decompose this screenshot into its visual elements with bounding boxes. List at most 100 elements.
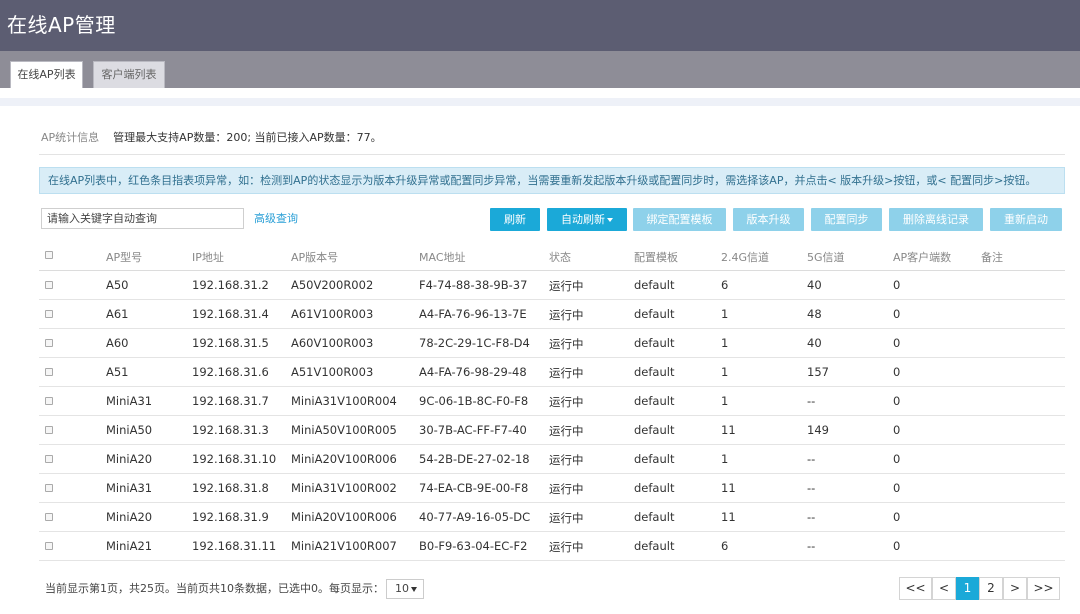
- row-checkbox[interactable]: [45, 484, 53, 492]
- delete-offline-button[interactable]: 删除离线记录: [889, 208, 983, 231]
- column-header: IP地址: [192, 251, 224, 264]
- page-size-select[interactable]: 10: [386, 579, 424, 599]
- table-cell: default: [634, 539, 675, 553]
- table-header: AP型号 IP地址 AP版本号 MAC地址 状态 配置模板 2.4G信道 5G信…: [39, 240, 1065, 271]
- table-cell: MiniA20: [106, 510, 153, 524]
- table-cell: --: [807, 539, 816, 553]
- table-row[interactable]: MiniA31 192.168.31.8 MiniA31V100R002 74-EA-…: [39, 474, 1065, 503]
- pagination-button[interactable]: 1: [956, 577, 979, 600]
- table-cell: 6: [721, 278, 729, 292]
- table-cell: 1: [721, 452, 729, 466]
- table-row[interactable]: A61 192.168.31.4 A61V100R003 A4-FA-76-96-13…: [39, 300, 1065, 329]
- upgrade-button-label: 版本升级: [746, 213, 791, 226]
- table-cell: 0: [893, 481, 901, 495]
- pagination-button[interactable]: >: [1003, 577, 1027, 600]
- column-header: AP型号: [106, 251, 143, 264]
- advanced-search-link[interactable]: 高级查询: [254, 210, 298, 226]
- tab-online-ap-list[interactable]: 在线AP列表: [10, 61, 83, 88]
- table-cell: 0: [893, 423, 901, 437]
- page-title: 在线AP管理: [7, 13, 116, 37]
- pagination-button[interactable]: <<: [899, 577, 932, 600]
- caret-down-icon: [607, 218, 613, 222]
- row-checkbox[interactable]: [45, 513, 53, 521]
- pagination-button[interactable]: >>: [1027, 577, 1060, 600]
- bind-template-button-label: 绑定配置模板: [646, 213, 713, 226]
- column-header: MAC地址: [419, 251, 466, 264]
- table-row[interactable]: A50 192.168.31.2 A50V200R002 F4-74-88-38-9B…: [39, 271, 1065, 300]
- search-input[interactable]: [41, 208, 244, 229]
- table-cell: 运行中: [549, 279, 584, 293]
- page-size-value: 10: [395, 582, 409, 595]
- table-cell: F4-74-88-38-9B-37: [419, 278, 528, 292]
- table-row[interactable]: MiniA21 192.168.31.11 MiniA21V100R007 B0-F9…: [39, 532, 1065, 561]
- sync-config-button[interactable]: 配置同步: [811, 208, 882, 231]
- table-cell: 1: [721, 336, 729, 350]
- table-cell: default: [634, 452, 675, 466]
- table-cell: MiniA31: [106, 394, 153, 408]
- table-cell: A60: [106, 336, 129, 350]
- table-cell: 运行中: [549, 308, 584, 322]
- table-cell: 运行中: [549, 366, 584, 380]
- table-cell: 30-7B-AC-FF-F7-40: [419, 423, 527, 437]
- table-cell: 11: [721, 481, 736, 495]
- table-cell: A50: [106, 278, 129, 292]
- pagination-button[interactable]: 2: [979, 577, 1003, 600]
- table-cell: 78-2C-29-1C-F8-D4: [419, 336, 530, 350]
- table-row[interactable]: MiniA20 192.168.31.9 MiniA20V100R006 40-77-…: [39, 503, 1065, 532]
- row-checkbox[interactable]: [45, 542, 53, 550]
- table-cell: 运行中: [549, 482, 584, 496]
- table-cell: A61V100R003: [291, 307, 374, 321]
- table-cell: default: [634, 510, 675, 524]
- dropdown-arrow-icon: [411, 587, 417, 592]
- table-cell: 192.168.31.4: [192, 307, 269, 321]
- row-checkbox[interactable]: [45, 368, 53, 376]
- table-cell: 40: [807, 336, 822, 350]
- bind-template-button[interactable]: 绑定配置模板: [633, 208, 726, 231]
- column-header: 状态: [549, 251, 571, 264]
- table-cell: 运行中: [549, 540, 584, 554]
- row-checkbox[interactable]: [45, 397, 53, 405]
- tab-client-list[interactable]: 客户端列表: [93, 61, 165, 88]
- table-row[interactable]: MiniA50 192.168.31.3 MiniA50V100R005 30-7B-…: [39, 416, 1065, 445]
- table-cell: 192.168.31.6: [192, 365, 269, 379]
- pagination-button[interactable]: <: [932, 577, 956, 600]
- column-header: AP版本号: [291, 251, 339, 264]
- table-cell: 运行中: [549, 511, 584, 525]
- column-header: AP客户端数: [893, 251, 952, 264]
- table-cell: MiniA21V100R007: [291, 539, 397, 553]
- table-cell: 11: [721, 510, 736, 524]
- table-cell: 1: [721, 307, 729, 321]
- table-cell: 0: [893, 452, 901, 466]
- page-info-text: 当前显示第1页，共25页。当前页共10条数据，已选中0。每页显示：: [45, 582, 384, 595]
- table-row[interactable]: A60 192.168.31.5 A60V100R003 78-2C-29-1C-F8…: [39, 329, 1065, 358]
- table-cell: 11: [721, 423, 736, 437]
- row-checkbox[interactable]: [45, 455, 53, 463]
- table-cell: --: [807, 510, 816, 524]
- restart-button[interactable]: 重新启动: [990, 208, 1062, 231]
- row-checkbox[interactable]: [45, 426, 53, 434]
- table-cell: 1: [721, 394, 729, 408]
- table-row[interactable]: A51 192.168.31.6 A51V100R003 A4-FA-76-98-29…: [39, 358, 1065, 387]
- table-cell: 192.168.31.11: [192, 539, 277, 553]
- refresh-button[interactable]: 刷新: [490, 208, 540, 231]
- table-cell: --: [807, 481, 816, 495]
- row-checkbox[interactable]: [45, 281, 53, 289]
- table-cell: A51: [106, 365, 129, 379]
- ap-stats-label: AP统计信息: [41, 131, 100, 144]
- column-header: 5G信道: [807, 251, 845, 264]
- row-checkbox[interactable]: [45, 339, 53, 347]
- select-all-checkbox[interactable]: [45, 251, 53, 259]
- table-cell: MiniA20V100R006: [291, 510, 397, 524]
- table-cell: 运行中: [549, 395, 584, 409]
- table-cell: A60V100R003: [291, 336, 374, 350]
- restart-button-label: 重新启动: [1004, 213, 1048, 226]
- table-cell: 6: [721, 539, 729, 553]
- table-cell: 149: [807, 423, 829, 437]
- table-row[interactable]: MiniA31 192.168.31.7 MiniA31V100R004 9C-06-…: [39, 387, 1065, 416]
- table-cell: 48: [807, 307, 822, 321]
- auto-refresh-button[interactable]: 自动刷新: [547, 208, 627, 231]
- table-cell: 157: [807, 365, 829, 379]
- table-row[interactable]: MiniA20 192.168.31.10 MiniA20V100R006 54-2B…: [39, 445, 1065, 474]
- row-checkbox[interactable]: [45, 310, 53, 318]
- upgrade-button[interactable]: 版本升级: [733, 208, 804, 231]
